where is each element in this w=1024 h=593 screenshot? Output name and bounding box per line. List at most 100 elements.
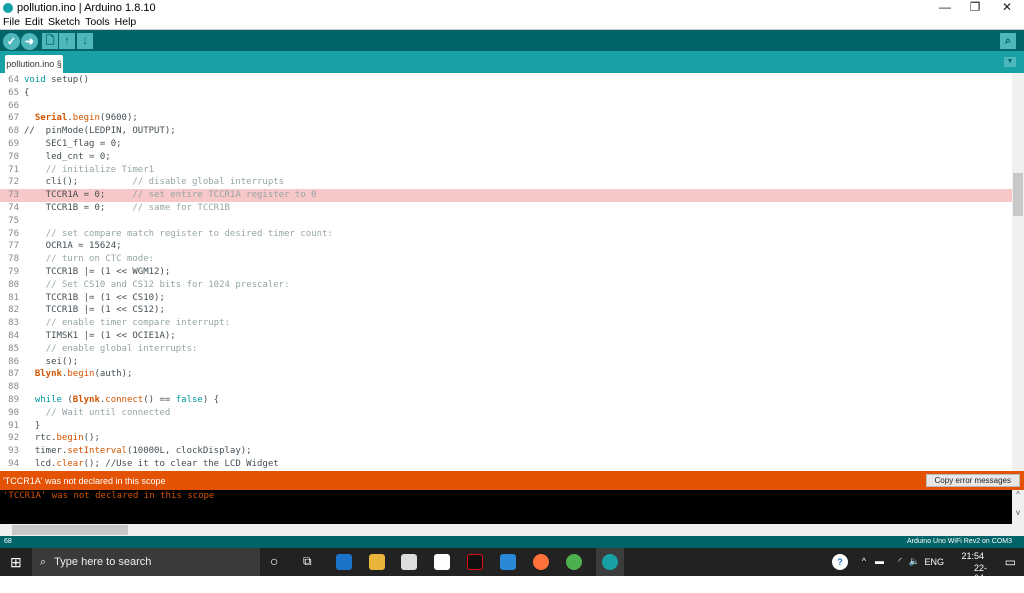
chevron-up-icon[interactable]: ^ [862,556,866,566]
language-indicator[interactable]: ENG [924,557,944,567]
mail-icon[interactable] [500,554,516,570]
code-line[interactable]: 89 while (Blynk.connect() == false) { [0,394,1012,407]
code-line[interactable]: 75 [0,215,1012,228]
menu-tools[interactable]: Tools [85,16,110,28]
verify-button[interactable]: ✓ [3,33,20,50]
code-line[interactable]: 91 } [0,420,1012,433]
save-button[interactable]: ↓ [77,33,93,49]
line-number: 83 [8,318,19,329]
code-token: TCCR1B = 0; [24,203,133,213]
code-token: // turn on CTC mode: [45,254,155,265]
menu-edit[interactable]: Edit [25,16,43,28]
code-text: // enable timer compare interrupt: [24,317,230,330]
code-line[interactable]: 76 // set compare match register to desi… [0,228,1012,241]
code-text: // turn on CTC mode: [24,253,154,266]
editor-vertical-scrollbar[interactable] [1012,73,1024,471]
code-line[interactable]: 93 timer.setInterval(10000L, clockDispla… [0,445,1012,458]
code-line[interactable]: 70 led_cnt = 0; [0,151,1012,164]
scrollbar-thumb[interactable] [12,525,128,535]
upload-button[interactable]: ➜ [21,33,38,50]
open-button[interactable]: ↑ [59,33,75,49]
clock-time[interactable]: 21:54 [961,551,984,561]
code-line[interactable]: 66 [0,100,1012,113]
code-line[interactable]: 84 TIMSK1 |= (1 << OCIE1A); [0,330,1012,343]
error-message: 'TCCR1A' was not declared in this scope [3,475,166,486]
line-number: 68 [8,126,19,137]
console-scrollbar[interactable]: ^ v [1012,490,1024,524]
code-line[interactable]: 68 // pinMode(LEDPIN, OUTPUT); [0,125,1012,138]
menu-sketch[interactable]: Sketch [48,16,80,28]
arduino-taskbar-icon[interactable] [596,548,624,576]
copy-error-messages-button[interactable]: Copy error messages [925,474,1020,487]
code-token: (9600); [99,113,138,124]
maximize-button[interactable]: ❐ [960,0,990,14]
board-info: Arduino Uno WiFi Rev2 on COM3 [906,538,1012,545]
code-text: { [24,87,29,100]
wifi-icon[interactable]: ◜ [899,556,903,567]
code-token: ) { [202,395,220,405]
help-icon[interactable]: ? [832,554,848,570]
scrollbar-thumb[interactable] [1013,173,1023,216]
code-line[interactable]: 64 void setup() [0,74,1012,87]
code-line[interactable]: 83 // enable timer compare interrupt: [0,317,1012,330]
task-view-icon[interactable]: ⧉ [303,554,312,569]
code-token: setup() [45,75,90,85]
code-token: false [175,395,203,405]
line-number: 93 [8,446,19,457]
clock-date[interactable]: 22-04-2020 [974,563,994,593]
code-line[interactable]: 82 TCCR1B |= (1 << CS12); [0,304,1012,317]
volume-icon[interactable]: 🔈 [909,556,920,567]
code-token: // Set CS10 and CS12 bits for 1024 presc… [45,279,290,290]
windows-start-icon[interactable]: ⊞ [10,554,22,571]
code-line[interactable]: 77 OCR1A = 15624; [0,240,1012,253]
code-token: (); [83,433,100,444]
close-button[interactable]: ✕ [992,0,1022,14]
code-line[interactable]: 71 // initialize Timer1 [0,164,1012,177]
code-line[interactable]: 67 Serial.begin(9600); [0,112,1012,125]
store-icon[interactable] [401,554,417,570]
file-explorer-icon[interactable] [369,554,385,570]
code-line[interactable]: 73 TCCR1A = 0; // set entire TCCR1A regi… [0,189,1012,202]
notifications-icon[interactable]: ▭ [1005,555,1016,569]
serial-monitor-button[interactable]: ⌕ [1000,33,1016,49]
minimize-button[interactable]: — [930,0,960,14]
taskbar-search[interactable]: ⌕ Type here to search [32,548,260,576]
code-line[interactable]: 72 cli(); // disable global interrupts [0,176,1012,189]
firefox-icon[interactable] [533,554,549,570]
console-horizontal-scrollbar[interactable] [0,524,1024,536]
code-line[interactable]: 87 Blynk.begin(auth); [0,368,1012,381]
cortana-icon[interactable]: ○ [270,553,278,569]
code-token: Blynk [34,369,62,380]
dropbox-icon[interactable] [434,554,450,570]
line-number: 72 [8,177,19,188]
menu-help[interactable]: Help [115,16,137,28]
code-line[interactable]: 85 // enable global interrupts: [0,343,1012,356]
code-line[interactable]: 65 { [0,87,1012,100]
menu-file[interactable]: File [3,16,20,28]
code-line[interactable]: 74 TCCR1B = 0; // same for TCCR1B [0,202,1012,215]
new-button[interactable]: 🗋 [42,33,58,49]
code-text: cli(); // disable global interrupts [24,176,284,189]
tab-menu-button[interactable]: ▼ [1004,57,1016,67]
code-line[interactable]: 78 // turn on CTC mode: [0,253,1012,266]
tab-pollution-ino[interactable]: pollution.ino § [5,55,63,73]
code-line[interactable]: 88 [0,381,1012,394]
code-line[interactable]: 86 sei(); [0,356,1012,369]
error-bar: 'TCCR1A' was not declared in this scope … [0,471,1024,490]
console-output: 'TCCR1A' was not declared in this scope [0,490,1012,524]
code-line[interactable]: 80 // Set CS10 and CS12 bits for 1024 pr… [0,279,1012,292]
code-line[interactable]: 79 TCCR1B |= (1 << WGM12); [0,266,1012,279]
code-editor[interactable]: 64 void setup() 65{66 67 Serial.begin(9600)… [0,73,1012,471]
code-line[interactable]: 90 // Wait until connected [0,407,1012,420]
code-line[interactable]: 94 lcd.clear(); //Use it to clear the LC… [0,458,1012,471]
code-line[interactable]: 81 TCCR1B |= (1 << CS10); [0,292,1012,305]
code-line[interactable]: 69 SEC1_flag = 0; [0,138,1012,151]
edge-icon[interactable] [336,554,352,570]
code-line[interactable]: 92 rtc.begin(); [0,432,1012,445]
battery-icon[interactable]: ▬ [875,556,884,566]
netflix-icon[interactable] [467,554,483,570]
chrome-icon[interactable] [566,554,582,570]
